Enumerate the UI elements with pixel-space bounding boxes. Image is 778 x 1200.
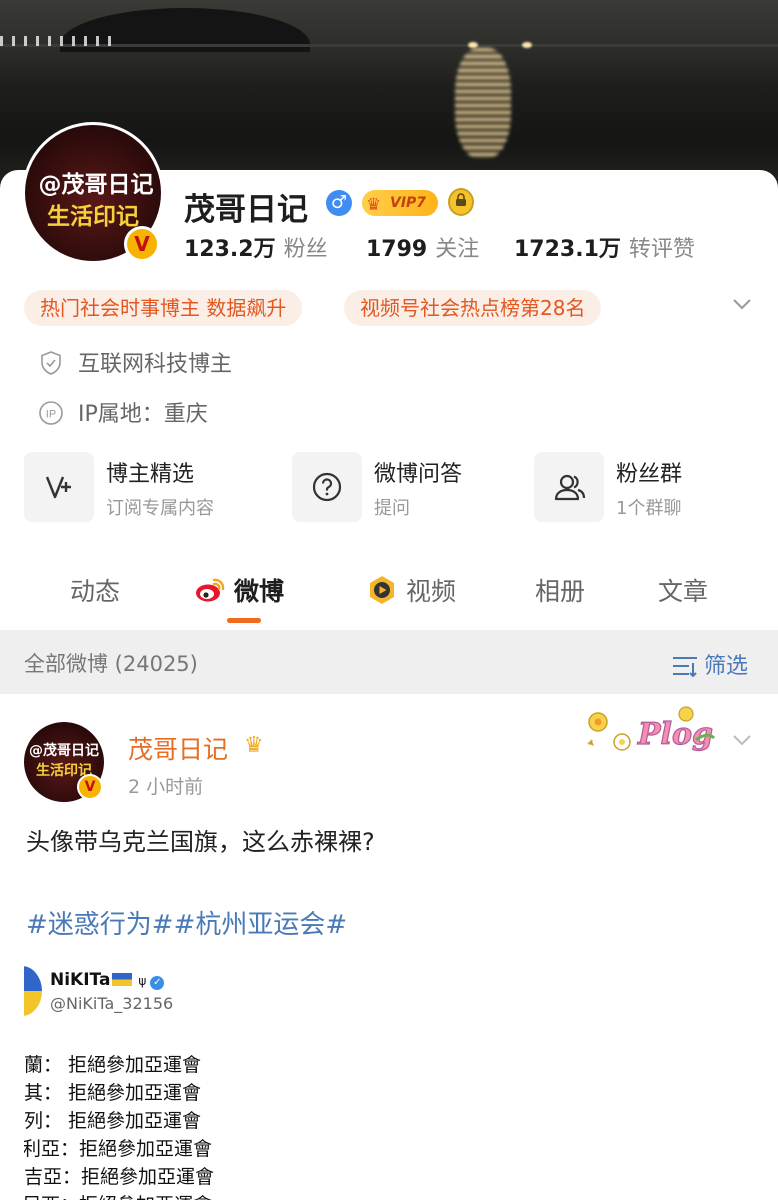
group-icon xyxy=(554,474,586,501)
tab-weibo-label: 微博 xyxy=(234,577,285,606)
stat-following[interactable]: 1799 关注 xyxy=(366,231,479,263)
ranking-tag[interactable]: 视频号社会热点榜第28名 xyxy=(344,290,602,326)
stat-value: 1799 xyxy=(366,237,428,262)
stat-label: 粉丝 xyxy=(283,237,328,262)
embedded-row: 利亞：拒絕參加亞運會 xyxy=(24,1138,213,1160)
fan-group-icon-box xyxy=(534,452,604,522)
ip-location-text: IP属地：重庆 xyxy=(78,402,208,427)
post-author-name[interactable]: 茂哥日记 xyxy=(128,730,228,766)
stat-value: 1723.1万 xyxy=(514,237,621,262)
ukraine-flag-icon xyxy=(112,973,133,986)
feature-title: 微博问答 xyxy=(374,462,463,487)
tab-dynamics[interactable]: 动态 xyxy=(70,572,120,608)
post-text: 头像带乌克兰国旗，这么赤裸裸? xyxy=(26,828,375,856)
ip-location: IP IP属地：重庆 xyxy=(38,396,208,428)
featured-content-icon-box xyxy=(24,452,94,522)
tab-weibo[interactable]: 微博 xyxy=(194,572,284,608)
cover-city-lights xyxy=(0,36,120,46)
feed-filter-bar: 全部微博 (24025) 筛选 xyxy=(0,630,778,694)
filter-label: 筛选 xyxy=(704,654,749,679)
question-icon xyxy=(312,472,342,502)
weibo-qa-icon-box xyxy=(292,452,362,522)
feature-title: 博主精选 xyxy=(106,462,195,487)
embedded-row: 尼西：拒絕參加亞運會 xyxy=(24,1190,212,1200)
embedded-avatar xyxy=(24,966,42,1016)
post-menu-chevron-icon[interactable] xyxy=(732,730,752,750)
active-tab-indicator xyxy=(227,618,261,623)
tab-video[interactable]: 视频 xyxy=(366,572,456,608)
weibo-logo-icon xyxy=(196,578,225,602)
embedded-row: 列： 拒絕參加亞運會 xyxy=(24,1110,202,1132)
stat-followers[interactable]: 123.2万 粉丝 xyxy=(184,231,328,263)
blogger-category-text: 互联网科技博主 xyxy=(78,352,233,377)
plog-sticker-text: Plog xyxy=(637,717,713,752)
hot-blogger-tag[interactable]: 热门社会时事博主 数据飙升 xyxy=(24,290,303,326)
avatar-text-line1: @茂哥日记 xyxy=(29,743,99,759)
profile-tabs: 动态 微博 视频 相册 文章 xyxy=(0,560,778,630)
blogger-category: 互联网科技博主 xyxy=(38,346,232,378)
embedded-user-name: NiKITa xyxy=(50,970,111,990)
feature-subtitle: 1个群聊 xyxy=(616,498,682,519)
embedded-screenshot[interactable]: NiKITa ψ ✓ @NiKiTa_32156 蘭： 拒絕參加亞運會 其： 拒絕… xyxy=(24,962,324,1200)
crown-icon: ♛ xyxy=(244,733,264,758)
expand-chevron-icon[interactable] xyxy=(732,294,752,314)
avatar-text-line2: 生活印记 xyxy=(47,204,139,230)
stat-interactions[interactable]: 1723.1万 转评赞 xyxy=(514,231,695,263)
embedded-user: NiKITa ψ ✓ xyxy=(50,970,165,990)
trident-icon: ψ xyxy=(138,974,147,988)
video-play-icon xyxy=(370,576,394,604)
tab-video-label: 视频 xyxy=(406,577,457,606)
filter-button[interactable]: 筛选 xyxy=(672,648,748,680)
stat-value: 123.2万 xyxy=(184,237,276,262)
avatar-text-line1: @茂哥日记 xyxy=(38,172,154,198)
feature-subtitle: 订阅专属内容 xyxy=(106,498,214,519)
ip-location-icon: IP xyxy=(39,401,63,425)
v-plus-icon xyxy=(45,476,71,499)
stat-label: 关注 xyxy=(435,237,480,262)
shield-check-icon xyxy=(41,351,61,375)
post-time: 2 小时前 xyxy=(128,776,204,798)
vip-badge[interactable]: ♛ VIP7 xyxy=(362,190,438,216)
verified-badge-icon: V xyxy=(77,774,103,800)
stat-label: 转评赞 xyxy=(628,237,695,262)
embedded-handle: @NiKiTa_32156 xyxy=(50,994,174,1013)
all-posts-count: 全部微博 (24025) xyxy=(24,652,198,676)
embedded-row: 其： 拒絕參加亞運會 xyxy=(24,1082,202,1104)
profile-name: 茂哥日记 xyxy=(184,192,308,228)
cover-light xyxy=(522,42,532,48)
tab-album[interactable]: 相册 xyxy=(535,572,585,608)
feature-title: 粉丝群 xyxy=(616,462,683,487)
crown-icon: ♛ xyxy=(366,195,382,215)
post-hashtags[interactable]: #迷惑行为##杭州亚运会# xyxy=(26,904,347,941)
verified-badge-icon: V xyxy=(124,226,160,262)
embedded-row: 蘭： 拒絕參加亞運會 xyxy=(24,1054,202,1076)
embedded-row: 吉亞：拒絕參加亞運會 xyxy=(24,1166,215,1188)
gender-male-icon: ♂ xyxy=(326,190,352,216)
vip-label: VIP7 xyxy=(390,195,427,211)
feature-subtitle: 提问 xyxy=(374,498,410,519)
lock-badge-icon[interactable] xyxy=(448,188,474,216)
cover-moon-reflection xyxy=(455,48,511,158)
svg-text:IP: IP xyxy=(46,409,56,421)
filter-icon xyxy=(673,657,697,678)
plog-sticker: Plog xyxy=(587,706,716,753)
verified-check-icon: ✓ xyxy=(150,976,165,990)
tab-articles[interactable]: 文章 xyxy=(658,572,708,608)
